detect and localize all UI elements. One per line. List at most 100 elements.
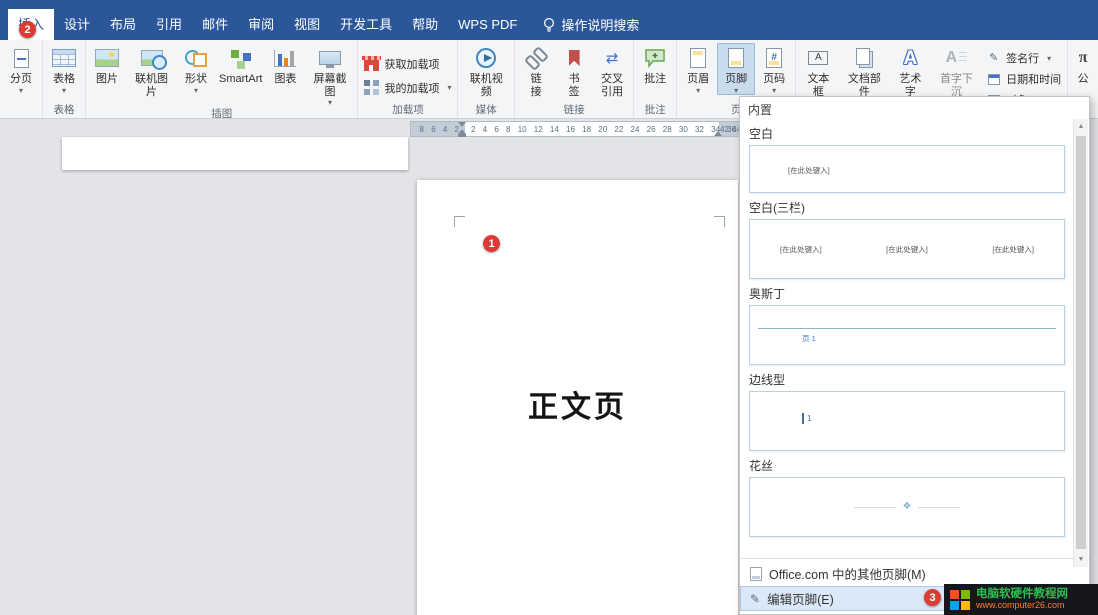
bookmark-button[interactable]: 书签: [555, 43, 593, 98]
ribbon-group-media: 联机视频 媒体: [458, 40, 515, 118]
signature-line-label: 签名行: [1006, 50, 1039, 66]
date-time-label: 日期和时间: [1006, 71, 1061, 87]
online-picture-icon: [137, 45, 167, 71]
scroll-down-arrow[interactable]: ▼: [1074, 552, 1088, 567]
divider-line: [854, 507, 896, 508]
footer-template-name-blank: 空白: [749, 119, 1065, 145]
wordart-label: 艺术字: [894, 73, 927, 98]
gallery-scrollbar[interactable]: ▲ ▼: [1073, 119, 1088, 567]
group-label-media: 媒体: [460, 103, 512, 118]
tab-wps-pdf[interactable]: WPS PDF: [448, 9, 527, 40]
page-number-preview: 页 1: [802, 333, 816, 344]
footer-template-blank-three-column[interactable]: [在此处键入] [在此处键入] [在此处键入]: [749, 219, 1065, 279]
chart-label: 图表: [274, 73, 296, 86]
tab-references[interactable]: 引用: [146, 9, 192, 40]
my-addins-button[interactable]: 我的加载项 ▾: [360, 78, 455, 98]
tab-view[interactable]: 视图: [284, 9, 330, 40]
gallery-scroll-area: 空白 [在此处键入] 空白(三栏) [在此处键入] [在此处键入] [在此处键入…: [740, 119, 1089, 558]
wordart-icon: A: [895, 45, 925, 71]
document-body-text: 正文页: [417, 382, 738, 426]
tell-me-search[interactable]: 操作说明搜索: [543, 9, 639, 40]
footer-template-sideline[interactable]: 1: [749, 391, 1065, 451]
online-video-button[interactable]: 联机视频: [460, 43, 512, 98]
equation-icon: π: [1068, 45, 1098, 71]
footer-button[interactable]: 页脚 ▾: [717, 43, 755, 95]
footer-template-blank[interactable]: [在此处键入]: [749, 145, 1065, 193]
tab-review[interactable]: 审阅: [238, 9, 284, 40]
picture-button[interactable]: 图片: [88, 43, 126, 86]
screenshot-icon: [315, 45, 345, 71]
shapes-button[interactable]: 形状 ▾: [177, 43, 215, 95]
chevron-down-icon: ▾: [1047, 54, 1051, 63]
horizontal-ruler: 8 6 4 2 2 4 6 8 10 12 14 16 18 20 22 24 …: [410, 121, 740, 137]
screenshot-label: 屏幕截图: [308, 73, 351, 98]
smartart-button[interactable]: SmartArt: [215, 43, 266, 86]
chart-icon: [270, 45, 300, 71]
divider-line: [918, 507, 960, 508]
tab-help[interactable]: 帮助: [402, 9, 448, 40]
link-button[interactable]: 链接: [517, 43, 555, 98]
more-footers-menu-item[interactable]: Office.com 中的其他页脚(M): [740, 561, 1089, 586]
gallery-item: 空白(三栏) [在此处键入] [在此处键入] [在此处键入]: [749, 193, 1065, 279]
search-label: 操作说明搜索: [561, 15, 639, 34]
placeholder-text: [在此处键入]: [992, 244, 1034, 255]
chart-button[interactable]: 图表: [266, 43, 304, 86]
ruler-numbers: 2 4 6 8 10 12 14 16 18 20 22 24 26 28 30…: [471, 122, 717, 136]
tab-layout[interactable]: 布局: [100, 9, 146, 40]
page-break-button[interactable]: 分页 ▾: [2, 43, 40, 95]
scrollbar-thumb[interactable]: [1076, 136, 1086, 549]
quick-parts-label: 文档部件: [843, 73, 886, 98]
footer-template-filigree[interactable]: ❖: [749, 477, 1065, 537]
margin-crop-mark: [714, 216, 725, 227]
picture-icon: [92, 45, 122, 71]
edit-footer-label: 编辑页脚(E): [767, 589, 834, 608]
callout-badge-1: 1: [483, 235, 500, 252]
callout-badge-3: 3: [924, 589, 941, 606]
placeholder-text: [在此处键入]: [886, 244, 928, 255]
online-pictures-button[interactable]: 联机图片: [126, 43, 177, 98]
page-break-icon: [6, 45, 36, 71]
signature-icon: ✎: [986, 51, 1001, 66]
right-indent-marker[interactable]: [714, 129, 722, 136]
table-button[interactable]: 表格 ▾: [45, 43, 83, 95]
footer-template-austin[interactable]: 页 1: [749, 305, 1065, 365]
chevron-down-icon: ▾: [19, 87, 23, 95]
ribbon-group-illustrations: 图片 联机图片 形状 ▾ SmartArt 图表: [86, 40, 358, 118]
document-page[interactable]: 正文页: [417, 180, 738, 615]
margin-crop-mark: [454, 216, 465, 227]
placeholder-text: [在此处键入]: [780, 244, 822, 255]
footer-label: 页脚: [725, 73, 747, 86]
footer-gallery-icon: [750, 567, 762, 581]
chevron-down-icon: ▾: [62, 87, 66, 95]
get-addins-button[interactable]: 获取加载项: [360, 54, 443, 74]
page-number-button[interactable]: # 页码 ▾: [755, 43, 793, 95]
signature-line-button[interactable]: ✎ 签名行 ▾: [982, 48, 1065, 68]
header-button[interactable]: 页眉 ▾: [679, 43, 717, 95]
previous-page-bottom[interactable]: [62, 137, 408, 170]
site-watermark: 电脑软硬件教程网 www.computer26.com: [944, 584, 1098, 615]
equation-button[interactable]: π 公: [1068, 43, 1098, 86]
ribbon-group-comments: 批注 批注: [634, 40, 677, 118]
chevron-down-icon: ▾: [696, 87, 700, 95]
quick-parts-icon: [849, 45, 879, 71]
cross-reference-button[interactable]: ⇄ 交叉引用: [593, 43, 631, 98]
gallery-section-header: 内置: [740, 97, 1089, 119]
date-time-button[interactable]: 日期和时间: [982, 69, 1065, 89]
word-window: 插入 设计 布局 引用 邮件 审阅 视图 开发工具 帮助 WPS PDF 操作说…: [0, 0, 1098, 615]
get-addins-label: 获取加载项: [384, 56, 439, 72]
chevron-down-icon: ▾: [447, 83, 451, 92]
shapes-label: 形状: [185, 73, 207, 86]
watermark-site-name: 电脑软硬件教程网: [976, 588, 1068, 602]
tab-developer[interactable]: 开发工具: [330, 9, 402, 40]
screenshot-button[interactable]: 屏幕截图 ▾: [304, 43, 355, 107]
site-logo-icon: [950, 590, 970, 610]
ruler-margin-numbers-left: 8 6 4 2: [413, 122, 459, 136]
indent-marker[interactable]: [458, 122, 466, 137]
scroll-up-arrow[interactable]: ▲: [1074, 119, 1088, 134]
bookmark-icon: [559, 45, 589, 71]
tab-mailings[interactable]: 邮件: [192, 9, 238, 40]
comment-button[interactable]: 批注: [636, 43, 674, 86]
tab-design[interactable]: 设计: [54, 9, 100, 40]
watermark-text: 电脑软硬件教程网 www.computer26.com: [976, 588, 1068, 612]
footer-gallery-dropdown: 内置 空白 [在此处键入] 空白(三栏) [在此处键入] [在此处键入] [在此…: [739, 96, 1090, 615]
